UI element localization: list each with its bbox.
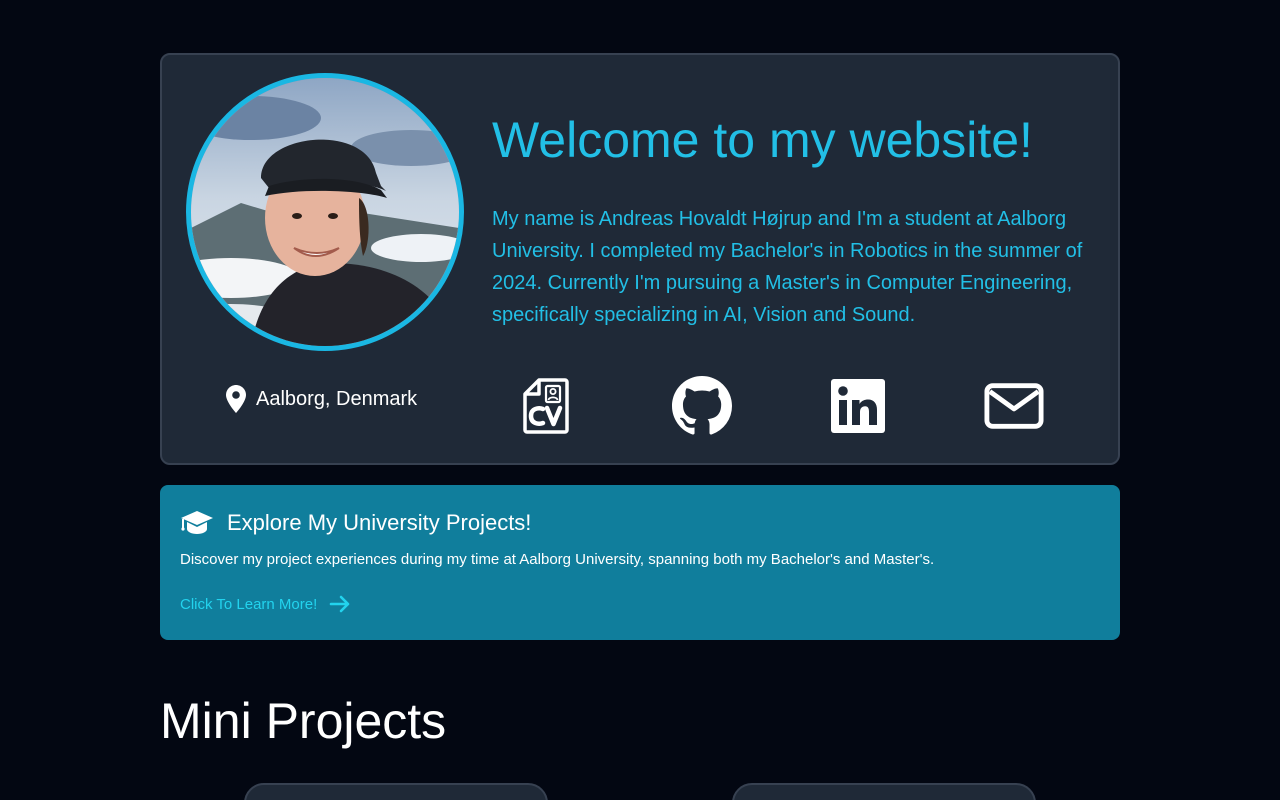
hero-card: Welcome to my website! My name is Andrea… (160, 53, 1120, 465)
cv-link[interactable] (516, 375, 576, 437)
linkedin-link[interactable] (828, 375, 888, 437)
page-title: Welcome to my website! (492, 112, 1033, 168)
github-icon (672, 376, 732, 435)
location-label: Aalborg, Denmark (256, 387, 418, 410)
map-pin-icon (226, 385, 246, 413)
learn-more-link[interactable]: Click To Learn More! (180, 595, 351, 613)
bio-text: My name is Andreas Hovaldt Højrup and I'… (492, 208, 1083, 326)
learn-more-label: Click To Learn More! (180, 595, 318, 613)
linkedin-icon (831, 379, 885, 433)
location: Aalborg, Denmark (226, 385, 417, 413)
email-link[interactable] (984, 375, 1044, 437)
profile-photo (186, 73, 464, 351)
graduation-cap-icon (181, 511, 213, 534)
github-link[interactable] (672, 375, 732, 437)
mini-project-card[interactable] (244, 783, 548, 800)
mini-projects-heading: Mini Projects (160, 693, 447, 749)
envelope-icon (984, 383, 1044, 429)
university-card-header: Explore My University Projects! (180, 509, 531, 537)
arrow-right-icon (329, 595, 350, 613)
university-projects-card[interactable]: Explore My University Projects! Discover… (160, 485, 1120, 640)
university-card-title: Explore My University Projects! (227, 510, 532, 535)
university-card-description: Discover my project experiences during m… (180, 551, 935, 568)
mini-project-card[interactable] (732, 783, 1036, 800)
cv-file-icon (523, 378, 569, 434)
